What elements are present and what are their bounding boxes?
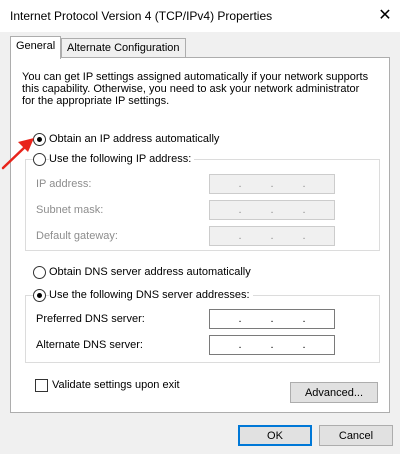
- obtain-dns-auto-radio[interactable]: [33, 266, 46, 279]
- ip-address-label: IP address:: [36, 178, 92, 190]
- tab-general[interactable]: General: [10, 36, 62, 59]
- use-following-ip-label[interactable]: Use the following IP address:: [49, 153, 195, 165]
- close-icon[interactable]: ✕: [372, 3, 398, 27]
- ok-button[interactable]: OK: [238, 425, 312, 446]
- validate-settings-label[interactable]: Validate settings upon exit: [52, 379, 180, 391]
- preferred-dns-field[interactable]: ...: [209, 309, 335, 329]
- subnet-mask-label: Subnet mask:: [36, 204, 104, 216]
- title-bar: Internet Protocol Version 4 (TCP/IPv4) P…: [0, 0, 400, 32]
- alternate-dns-field[interactable]: ...: [209, 335, 335, 355]
- window-title: Internet Protocol Version 4 (TCP/IPv4) P…: [10, 9, 273, 23]
- description-text: You can get IP settings assigned automat…: [22, 71, 369, 107]
- tab-alternate-configuration[interactable]: Alternate Configuration: [61, 38, 186, 59]
- default-gateway-field[interactable]: ...: [209, 226, 335, 246]
- ip-address-field[interactable]: ...: [209, 174, 335, 194]
- use-following-dns-label[interactable]: Use the following DNS server addresses:: [49, 289, 253, 301]
- subnet-mask-field[interactable]: ...: [209, 200, 335, 220]
- advanced-button[interactable]: Advanced...: [290, 382, 378, 403]
- validate-settings-checkbox[interactable]: [35, 379, 48, 392]
- use-following-dns-radio[interactable]: [33, 289, 46, 302]
- alternate-dns-label: Alternate DNS server:: [36, 339, 143, 351]
- radio-selected-dot: [37, 293, 42, 298]
- tcpipv4-properties-dialog: Internet Protocol Version 4 (TCP/IPv4) P…: [0, 0, 400, 454]
- default-gateway-label: Default gateway:: [36, 230, 118, 242]
- preferred-dns-label: Preferred DNS server:: [36, 313, 145, 325]
- obtain-ip-auto-label[interactable]: Obtain an IP address automatically: [49, 133, 219, 145]
- annotation-arrow-icon: [1, 138, 34, 170]
- obtain-dns-auto-label[interactable]: Obtain DNS server address automatically: [49, 266, 251, 278]
- cancel-button[interactable]: Cancel: [319, 425, 393, 446]
